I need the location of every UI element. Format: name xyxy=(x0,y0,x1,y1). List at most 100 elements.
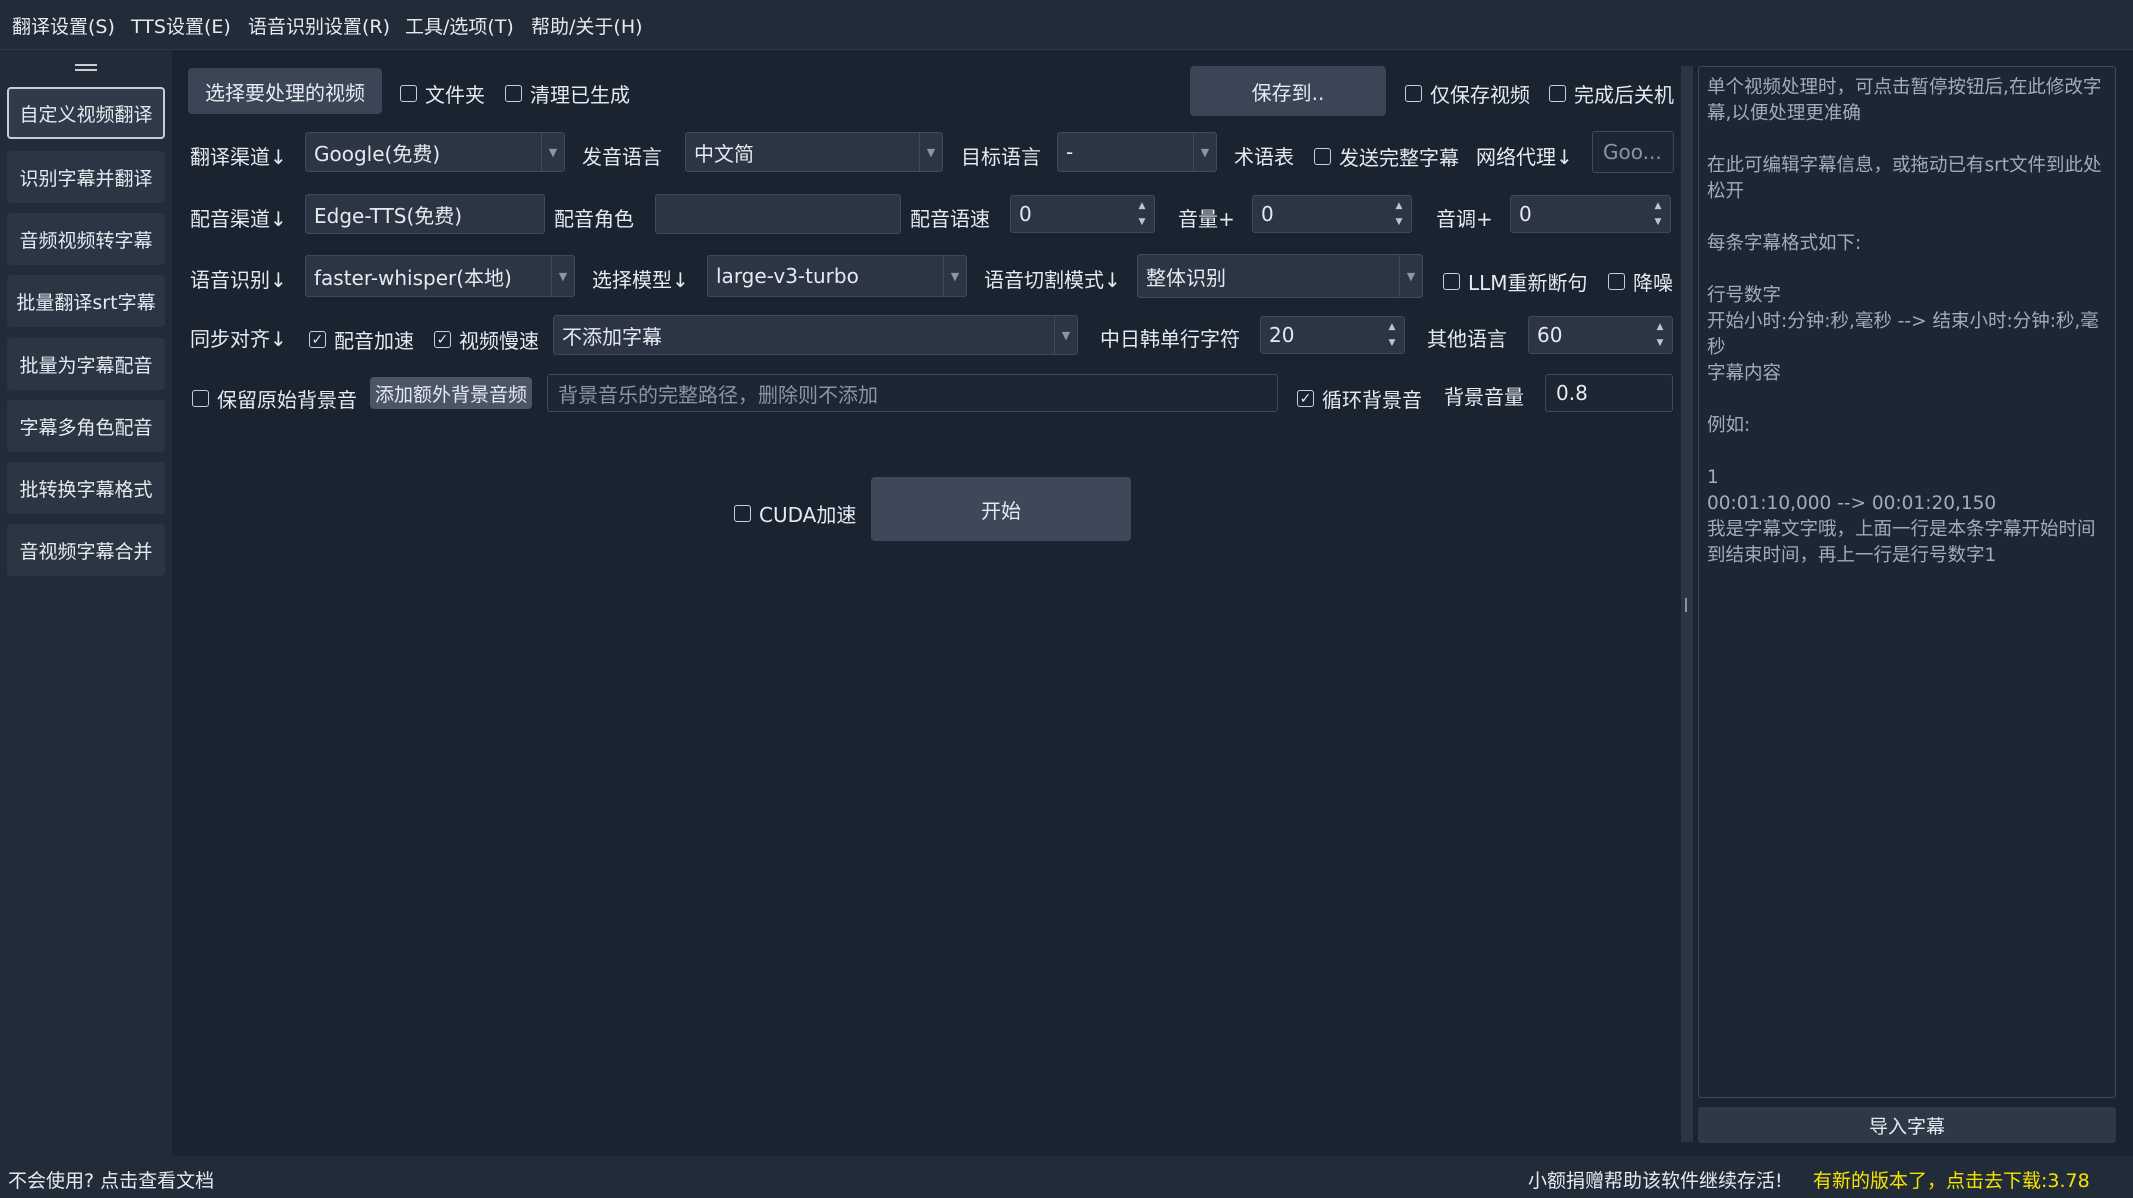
dub-role-select[interactable] xyxy=(655,194,901,234)
target-lang-value: - xyxy=(1066,140,1074,164)
translate-channel-label[interactable]: 翻译渠道↓ xyxy=(190,141,287,170)
menu-tools-options[interactable]: 工具/选项(T) xyxy=(405,12,514,39)
asr-select[interactable]: faster-whisper(本地) ▼ xyxy=(305,255,575,297)
dub-channel-select[interactable]: Edge-TTS(免费) xyxy=(305,194,545,234)
checkbox-box xyxy=(400,85,417,102)
help-line: 每条字幕格式如下: xyxy=(1707,233,1862,254)
keep-background-checkbox[interactable]: 保留原始背景音 xyxy=(192,384,357,413)
spin-arrows-icon[interactable]: ▲ ▼ xyxy=(1652,200,1664,228)
help-docs-link[interactable]: 不会使用? 点击查看文档 xyxy=(8,1166,214,1193)
background-audio-path-input[interactable]: 背景音乐的完整路径，删除则不添加 xyxy=(547,374,1278,412)
asr-value: faster-whisper(本地) xyxy=(314,265,512,290)
help-line: 00:01:10,000 --> 00:01:20,150 xyxy=(1707,493,1997,514)
spin-arrows-icon[interactable]: ▲ ▼ xyxy=(1654,321,1666,349)
donate-link[interactable]: 小额捐赠帮助该软件继续存活! xyxy=(1528,1166,1783,1193)
cjk-chars-value: 20 xyxy=(1269,323,1295,347)
folder-checkbox[interactable]: 文件夹 xyxy=(400,79,485,108)
dub-role-label: 配音角色 xyxy=(554,207,634,231)
sidebar-collapse-handle[interactable] xyxy=(75,64,97,71)
background-volume-label: 背景音量 xyxy=(1444,385,1524,409)
sidebar-item-av-subtitle-merge[interactable]: 音视频字幕合并 xyxy=(7,524,165,576)
sidebar-item-batch-translate-srt[interactable]: 批量翻译srt字幕 xyxy=(7,275,165,327)
sidebar-item-multi-role-dubbing[interactable]: 字幕多角色配音 xyxy=(7,400,165,452)
chevron-down-icon: ▼ xyxy=(943,256,966,296)
sync-align-label[interactable]: 同步对齐↓ xyxy=(190,323,287,352)
menu-help-about[interactable]: 帮助/关于(H) xyxy=(531,12,643,39)
target-lang-label: 目标语言 xyxy=(961,145,1041,169)
denoise-label: 降噪 xyxy=(1633,271,1673,295)
send-full-subtitle-checkbox[interactable]: 发送完整字幕 xyxy=(1314,142,1459,171)
import-subtitle-button[interactable]: 导入字幕 xyxy=(1698,1107,2116,1143)
clean-generated-label: 清理已生成 xyxy=(530,83,630,107)
sidebar-item-recognize-and-translate[interactable]: 识别字幕并翻译 xyxy=(7,151,165,203)
menu-bar: 翻译设置(S) TTS设置(E) 语音识别设置(R) 工具/选项(T) 帮助/关… xyxy=(0,0,2133,50)
add-background-audio-button[interactable]: 添加额外背景音频 xyxy=(370,377,532,409)
llm-resegment-checkbox[interactable]: LLM重新断句 xyxy=(1443,267,1588,296)
checkbox-box xyxy=(734,505,751,522)
loop-background-checkbox[interactable]: ✓ 循环背景音 xyxy=(1297,384,1422,413)
translate-channel-value: Google(免费) xyxy=(314,141,441,166)
volume-value: 0 xyxy=(1261,202,1274,226)
llm-resegment-label: LLM重新断句 xyxy=(1468,271,1588,295)
status-bar: 不会使用? 点击查看文档 小额捐赠帮助该软件继续存活! 有新的版本了，点击去下载… xyxy=(0,1156,2133,1198)
update-link[interactable]: 有新的版本了，点击去下载:3.78 xyxy=(1813,1166,2090,1193)
checkbox-box xyxy=(1549,85,1566,102)
asr-label[interactable]: 语音识别↓ xyxy=(190,264,287,293)
glossary-link[interactable]: 术语表 xyxy=(1234,141,1294,170)
video-slowdown-label: 视频慢速 xyxy=(459,329,539,353)
shutdown-checkbox[interactable]: 完成后关机 xyxy=(1549,79,1674,108)
sidebar-item-batch-dub-subtitles[interactable]: 批量为字幕配音 xyxy=(7,338,165,390)
chevron-down-icon: ▼ xyxy=(1054,316,1077,354)
start-button[interactable]: 开始 xyxy=(871,477,1131,541)
split-mode-label[interactable]: 语音切割模式↓ xyxy=(984,264,1121,293)
video-slowdown-checkbox[interactable]: ✓ 视频慢速 xyxy=(434,325,539,354)
chevron-down-icon: ▼ xyxy=(1193,133,1216,171)
save-to-button[interactable]: 保存到.. xyxy=(1190,66,1386,116)
panel-splitter[interactable] xyxy=(1681,66,1693,1142)
check-icon: ✓ xyxy=(1297,390,1314,407)
only-save-video-checkbox[interactable]: 仅保存视频 xyxy=(1405,79,1530,108)
model-label[interactable]: 选择模型↓ xyxy=(592,264,689,293)
splitter-grip-icon[interactable] xyxy=(1685,598,1687,612)
volume-spinbox[interactable]: 0 ▲ ▼ xyxy=(1252,195,1412,233)
subtitle-embed-select[interactable]: 不添加字幕 ▼ xyxy=(553,315,1078,355)
clean-generated-checkbox[interactable]: 清理已生成 xyxy=(505,79,630,108)
sidebar-item-custom-video-translate[interactable]: 自定义视频翻译 xyxy=(7,87,165,139)
menu-translate-settings[interactable]: 翻译设置(S) xyxy=(12,12,115,39)
source-lang-value: 中文简 xyxy=(694,141,754,166)
folder-label: 文件夹 xyxy=(425,83,485,107)
select-video-button[interactable]: 选择要处理的视频 xyxy=(188,68,382,114)
check-icon: ✓ xyxy=(434,331,451,348)
background-volume-input[interactable]: 0.8 xyxy=(1545,374,1673,412)
dub-speed-spinbox[interactable]: 0 ▲ ▼ xyxy=(1010,195,1155,233)
subtitle-editor[interactable]: 单个视频处理时，可点击暂停按钮后,在此修改字幕,以便处理更准确 在此可编辑字幕信… xyxy=(1698,66,2116,1098)
denoise-checkbox[interactable]: 降噪 xyxy=(1608,267,1673,296)
proxy-input[interactable]: Goo... xyxy=(1592,131,1674,173)
proxy-label[interactable]: 网络代理↓ xyxy=(1476,141,1573,170)
spin-arrows-icon[interactable]: ▲ ▼ xyxy=(1136,200,1148,228)
spin-arrows-icon[interactable]: ▲ ▼ xyxy=(1393,200,1405,228)
help-line: 字幕内容 xyxy=(1707,363,1782,384)
sidebar-item-audio-video-to-subtitle[interactable]: 音频视频转字幕 xyxy=(7,213,165,265)
target-lang-select[interactable]: - ▼ xyxy=(1057,132,1217,172)
checkbox-box xyxy=(1443,273,1460,290)
sidebar-item-batch-convert-format[interactable]: 批转换字幕格式 xyxy=(7,462,165,514)
translate-channel-select[interactable]: Google(免费) ▼ xyxy=(305,132,565,172)
chevron-down-icon: ▼ xyxy=(551,256,574,296)
pitch-spinbox[interactable]: 0 ▲ ▼ xyxy=(1510,195,1671,233)
cjk-chars-spinbox[interactable]: 20 ▲ ▼ xyxy=(1260,316,1405,354)
checkbox-box xyxy=(1405,85,1422,102)
menu-asr-settings[interactable]: 语音识别设置(R) xyxy=(248,12,390,39)
source-lang-select[interactable]: 中文简 ▼ xyxy=(685,132,943,172)
model-select[interactable]: large-v3-turbo ▼ xyxy=(707,255,967,297)
volume-label: 音量+ xyxy=(1178,207,1235,231)
help-line: 例如: xyxy=(1707,415,1751,436)
spin-arrows-icon[interactable]: ▲ ▼ xyxy=(1386,321,1398,349)
model-value: large-v3-turbo xyxy=(716,264,859,288)
menu-tts-settings[interactable]: TTS设置(E) xyxy=(131,12,231,39)
split-mode-select[interactable]: 整体识别 ▼ xyxy=(1137,254,1423,298)
cuda-checkbox[interactable]: CUDA加速 xyxy=(734,499,856,528)
dub-channel-label[interactable]: 配音渠道↓ xyxy=(190,203,287,232)
dub-accelerate-checkbox[interactable]: ✓ 配音加速 xyxy=(309,325,414,354)
other-lang-chars-spinbox[interactable]: 60 ▲ ▼ xyxy=(1528,316,1673,354)
